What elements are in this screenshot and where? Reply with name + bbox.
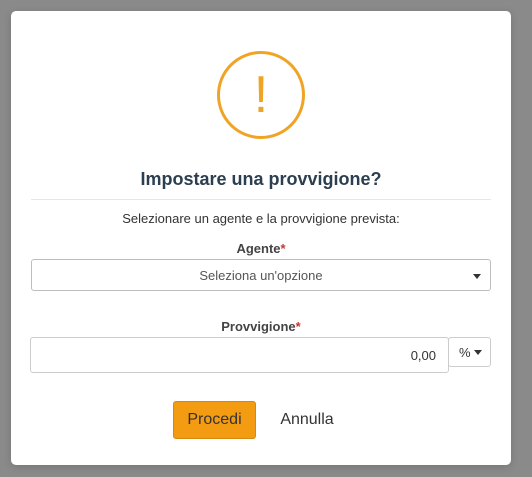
agent-select-placeholder: Seleziona un'opzione [199, 267, 323, 283]
exclamation-glyph: ! [253, 66, 269, 124]
commission-label-text: Provvigione [221, 319, 296, 334]
agent-label: Agente* [11, 241, 511, 256]
commission-unit-select[interactable]: % [448, 337, 491, 367]
agent-select[interactable]: Seleziona un'opzione [31, 259, 491, 291]
dialog-subtitle: Selezionare un agente e la provvigione p… [122, 211, 400, 226]
title-divider [31, 199, 491, 200]
chevron-down-icon [474, 350, 482, 355]
agent-required-mark: * [280, 241, 286, 256]
commission-amount-input[interactable] [30, 337, 449, 373]
commission-required-mark: * [295, 319, 301, 334]
commission-unit-value: % [459, 345, 471, 360]
proceed-button[interactable]: Procedi [173, 401, 256, 439]
chevron-down-icon [473, 274, 481, 279]
dialog-title: Impostare una provvigione? [140, 169, 382, 189]
warning-icon: ! [217, 51, 305, 139]
agent-label-text: Agente [236, 241, 281, 256]
commission-label: Provvigione* [11, 319, 511, 334]
commission-dialog: ! Impostare una provvigione? Selezionare… [11, 11, 511, 465]
cancel-button[interactable]: Annulla [271, 401, 343, 439]
